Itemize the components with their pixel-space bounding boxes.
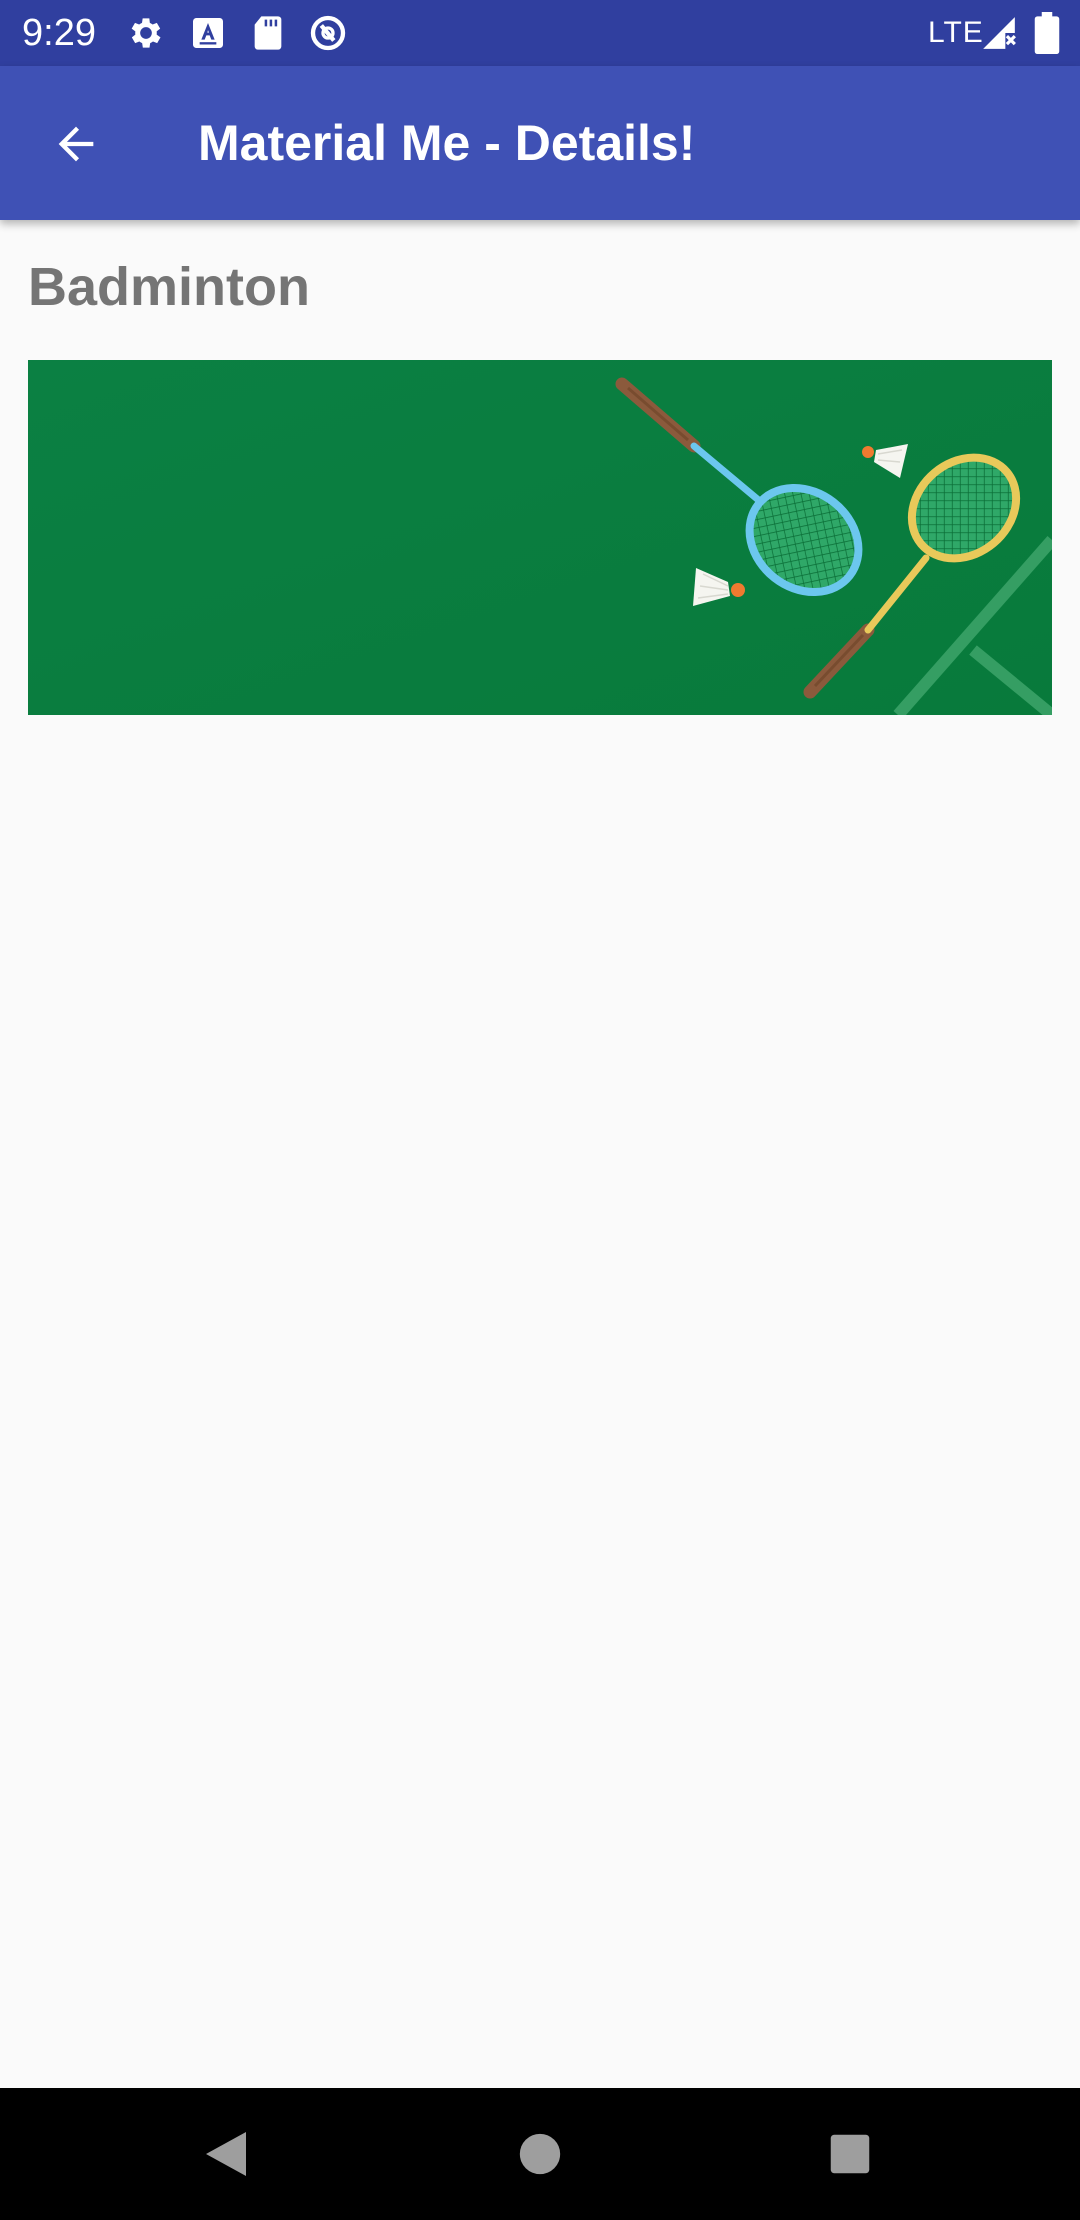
battery-icon [1034, 12, 1060, 54]
sd-card-icon [254, 16, 282, 50]
app-bar: Material Me - Details! [0, 66, 1080, 220]
badminton-image [28, 360, 1052, 715]
status-bar: 9:29 LTE [0, 0, 1080, 66]
navigation-bar [0, 2088, 1080, 2220]
text-a-icon [193, 18, 223, 48]
app-title: Material Me - Details! [198, 115, 696, 171]
sport-title: Badminton [28, 257, 310, 317]
network-type: LTE [928, 16, 984, 49]
badminton-illustration [28, 360, 1052, 715]
signal-icon [983, 17, 1016, 49]
sync-circle-icon [310, 15, 346, 51]
details-screen: 9:29 LTE Material Me - Details! Badminto… [0, 0, 1080, 2220]
back-button[interactable] [34, 102, 118, 186]
status-time: 9:29 [22, 12, 96, 54]
nav-recents-button[interactable] [808, 2112, 892, 2196]
recents-square-icon [830, 2134, 870, 2174]
gear-icon [131, 18, 161, 48]
nav-back-button[interactable] [184, 2112, 268, 2196]
arrow-back-icon [58, 126, 94, 162]
nav-home-button[interactable] [498, 2112, 582, 2196]
back-triangle-icon [206, 2132, 246, 2176]
home-circle-icon [519, 2133, 561, 2175]
